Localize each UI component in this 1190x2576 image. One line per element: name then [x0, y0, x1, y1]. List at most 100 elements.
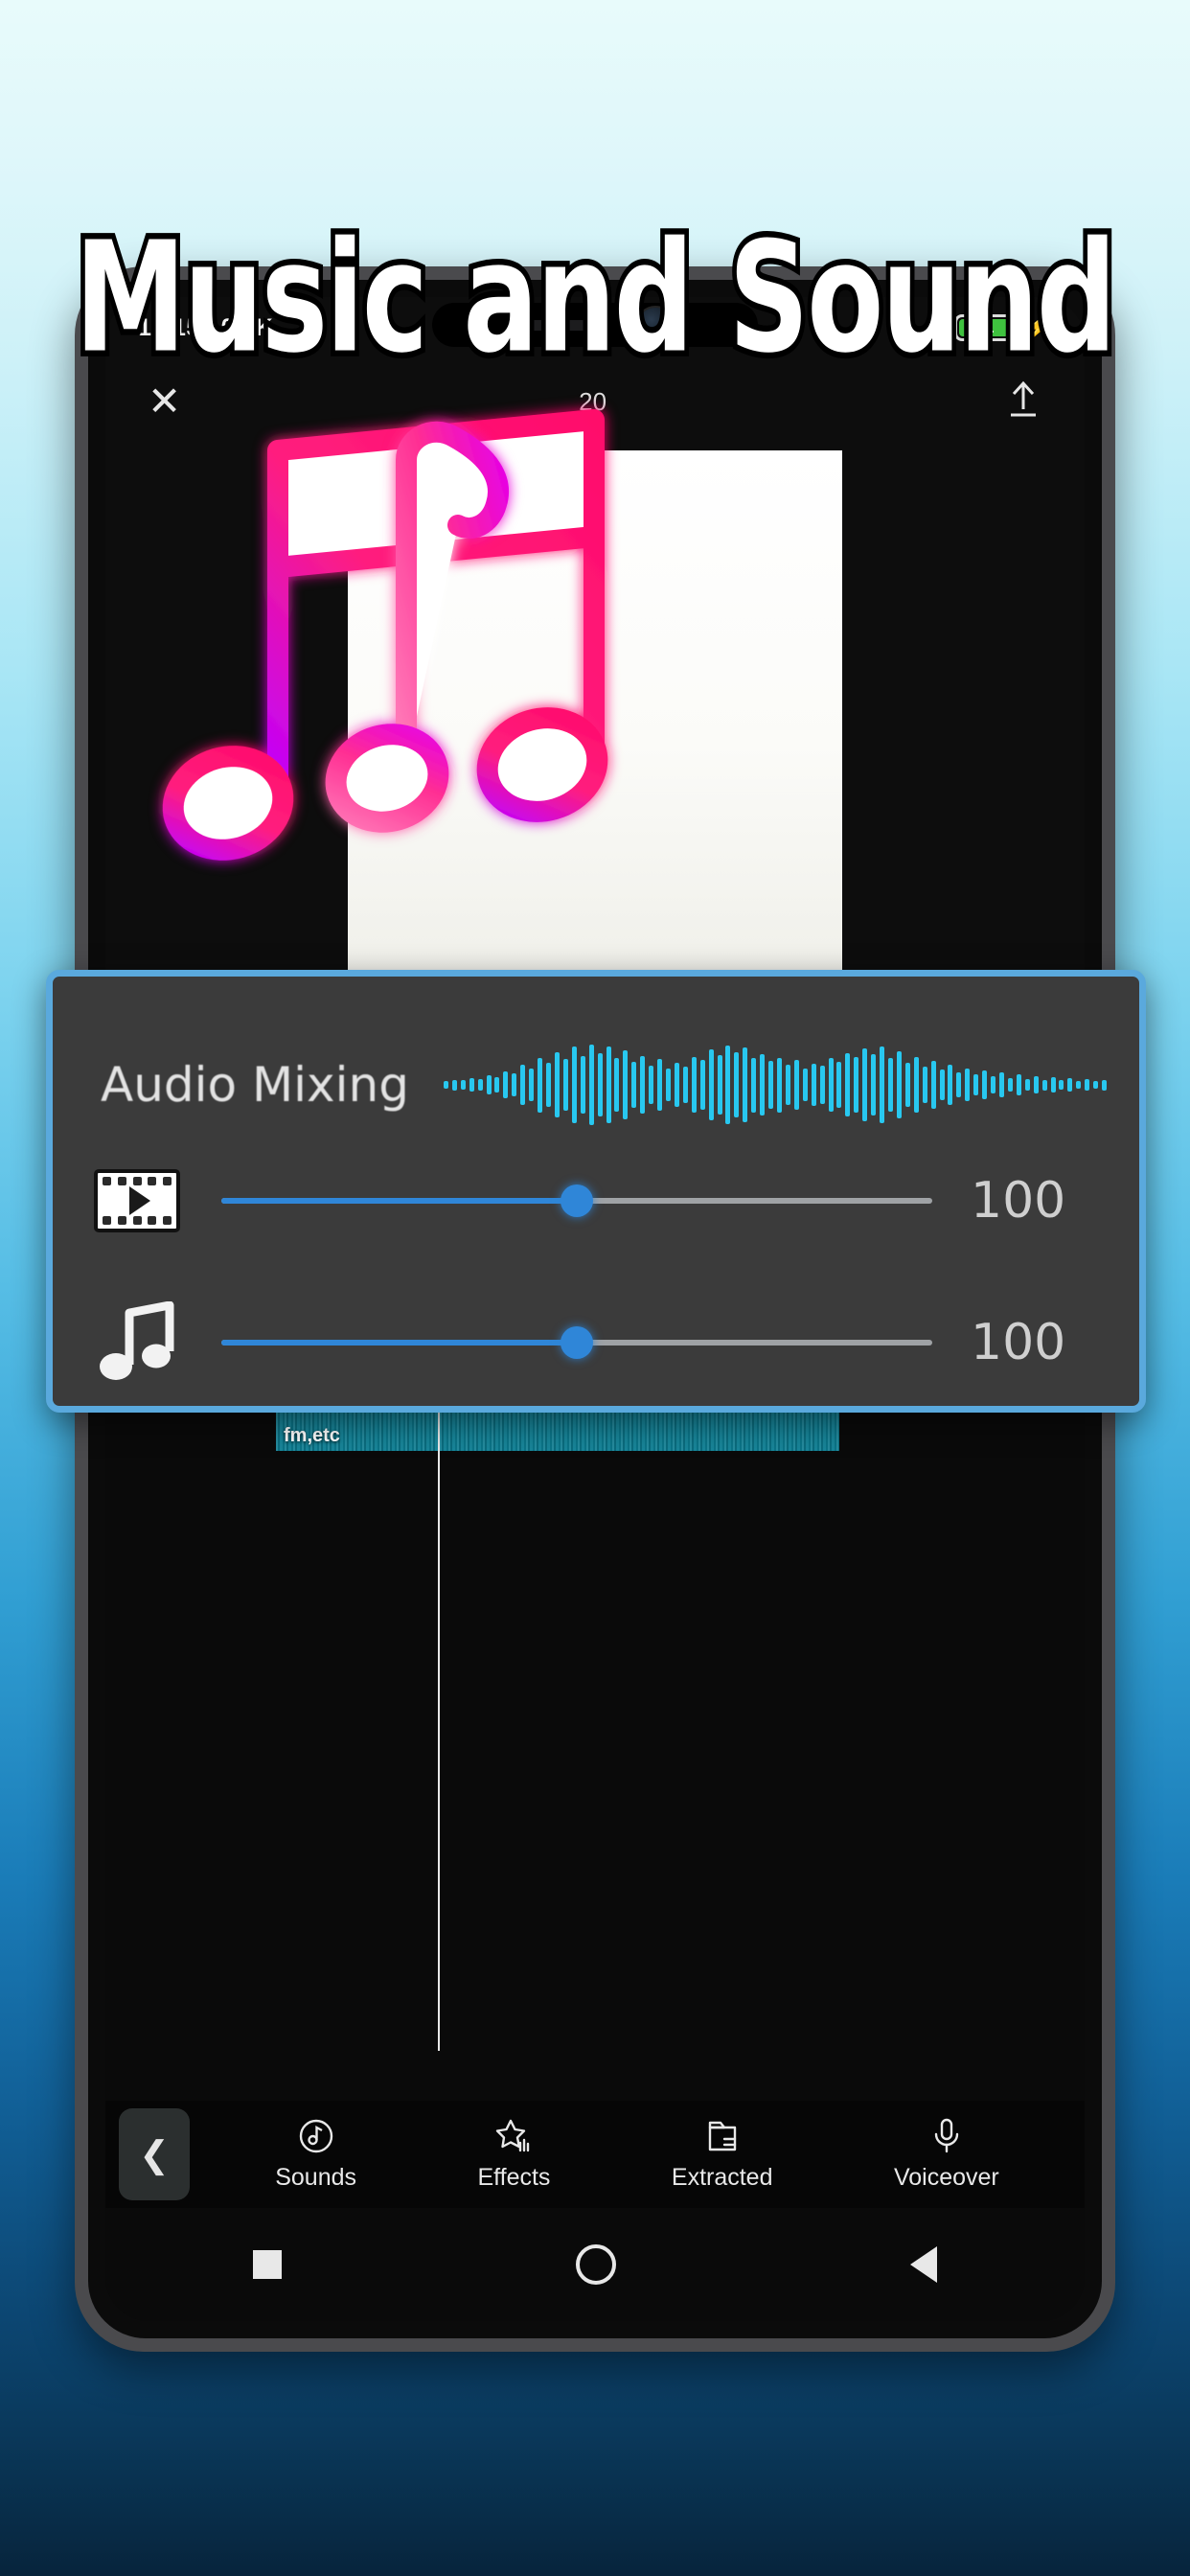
- film-strip-icon: [53, 1169, 221, 1232]
- waveform-bar: [751, 1057, 757, 1113]
- waveform-bar: [991, 1075, 996, 1094]
- waveform-bar: [631, 1062, 637, 1108]
- preview-canvas: [348, 450, 842, 987]
- waveform-bar: [1059, 1080, 1064, 1090]
- waveform-bar: [1076, 1080, 1082, 1090]
- tab-sounds[interactable]: Sounds: [275, 2117, 356, 2192]
- waveform-bar: [580, 1055, 585, 1115]
- tab-effects[interactable]: Effects: [477, 2117, 550, 2192]
- waveform-bar: [802, 1068, 808, 1102]
- waveform-bar: [562, 1059, 568, 1111]
- waveform-bar: [1016, 1073, 1021, 1096]
- waveform-bar: [546, 1063, 552, 1107]
- audio-mixing-panel[interactable]: Audio Mixing 100 100: [46, 970, 1146, 1413]
- circle-icon[interactable]: [575, 2244, 616, 2285]
- waveform-bar: [776, 1057, 782, 1113]
- slider-fill: [221, 1340, 577, 1346]
- audio-mixing-header: Audio Mixing: [53, 1032, 1139, 1138]
- waveform-bar: [922, 1066, 927, 1104]
- music-volume-value: 100: [971, 1314, 1066, 1371]
- tab-extracted[interactable]: Extracted: [672, 2117, 773, 2192]
- waveform-bar: [538, 1057, 543, 1113]
- waveform-bar: [520, 1064, 526, 1106]
- tab-label: Effects: [477, 2164, 551, 2191]
- waveform-bar: [708, 1049, 714, 1120]
- tab-label: Voiceover: [893, 2164, 999, 2191]
- video-volume-row[interactable]: 100: [53, 1151, 1139, 1251]
- waveform-bar: [811, 1063, 816, 1107]
- audio-tab-list: Sounds Effects Extracted Voiceover: [190, 2117, 1085, 2192]
- video-volume-value: 100: [971, 1172, 1066, 1230]
- music-volume-row[interactable]: 100: [53, 1293, 1139, 1392]
- panel-title: Audio Mixing: [101, 1057, 409, 1113]
- waveform-bar: [691, 1056, 697, 1114]
- waveform-bar: [965, 1068, 971, 1102]
- music-note-icon: [53, 1301, 221, 1384]
- waveform-bar: [571, 1046, 577, 1123]
- waveform-bar: [486, 1074, 492, 1095]
- waveform-bar: [998, 1072, 1004, 1097]
- close-icon[interactable]: ✕: [148, 381, 181, 422]
- waveform-bar: [1041, 1079, 1047, 1091]
- slider-fill: [221, 1198, 577, 1204]
- tab-label: Sounds: [275, 2164, 357, 2191]
- triangle-back-icon[interactable]: [910, 2246, 938, 2283]
- waveform-bar: [760, 1053, 766, 1116]
- waveform-bar: [725, 1045, 731, 1125]
- waveform-bar: [649, 1065, 654, 1105]
- waveform-bar: [854, 1056, 859, 1114]
- music-volume-slider[interactable]: [221, 1323, 932, 1362]
- waveform-bar: [828, 1058, 834, 1112]
- resolution-label[interactable]: 20: [579, 387, 606, 417]
- chevron-left-icon[interactable]: ❮: [119, 2108, 190, 2200]
- star-effects-icon: [494, 2117, 533, 2155]
- folder-file-icon: [705, 2117, 740, 2155]
- waveform-bar: [836, 1062, 842, 1108]
- slider-thumb[interactable]: [561, 1326, 593, 1359]
- waveform-bar: [845, 1052, 851, 1117]
- microphone-icon: [931, 2117, 962, 2155]
- waveform-bar: [477, 1078, 483, 1092]
- waveform-bar: [1102, 1079, 1108, 1091]
- square-icon[interactable]: [252, 2250, 282, 2279]
- waveform-bar: [871, 1053, 877, 1116]
- waveform-bar: [657, 1059, 663, 1111]
- waveform-bar: [512, 1073, 517, 1096]
- waveform-bar: [529, 1068, 535, 1102]
- waveform-bar: [494, 1076, 500, 1093]
- waveform-bar: [674, 1063, 679, 1107]
- waveform-bar: [939, 1070, 945, 1100]
- waveform-bar: [451, 1079, 457, 1091]
- banner: Music and Sound: [0, 217, 1190, 381]
- slider-thumb[interactable]: [561, 1184, 593, 1217]
- waveform-bar: [682, 1066, 688, 1104]
- waveform-bar: [606, 1046, 611, 1124]
- waveform-bar: [443, 1081, 448, 1089]
- waveform-bar: [973, 1073, 979, 1096]
- waveform-bar: [640, 1055, 646, 1115]
- waveform-bar: [904, 1063, 910, 1107]
- waveform-bar: [862, 1048, 868, 1121]
- waveform-bar: [734, 1051, 740, 1118]
- audio-waveform-visual: [443, 1041, 1110, 1129]
- waveform-bar: [880, 1046, 885, 1124]
- waveform-bar: [768, 1061, 774, 1109]
- waveform-bar: [819, 1065, 825, 1105]
- tab-label: Extracted: [671, 2164, 773, 2191]
- android-nav-bar: [105, 2208, 1085, 2321]
- waveform-bar: [469, 1077, 474, 1092]
- video-volume-slider[interactable]: [221, 1182, 932, 1220]
- waveform-bar: [956, 1072, 962, 1097]
- waveform-bar: [665, 1069, 671, 1101]
- waveform-bar: [930, 1061, 936, 1109]
- waveform-bar: [1007, 1077, 1013, 1092]
- waveform-bar: [785, 1064, 790, 1106]
- waveform-bar: [699, 1060, 705, 1110]
- waveform-bar: [793, 1060, 799, 1110]
- audio-toolbar: ❮ Sounds Effects Extracted Voiceover: [105, 2101, 1085, 2208]
- waveform-bar: [503, 1071, 509, 1098]
- waveform-bar: [1093, 1081, 1099, 1089]
- waveform-bar: [1050, 1076, 1056, 1093]
- music-disc-icon: [298, 2117, 334, 2155]
- tab-voiceover[interactable]: Voiceover: [894, 2117, 999, 2192]
